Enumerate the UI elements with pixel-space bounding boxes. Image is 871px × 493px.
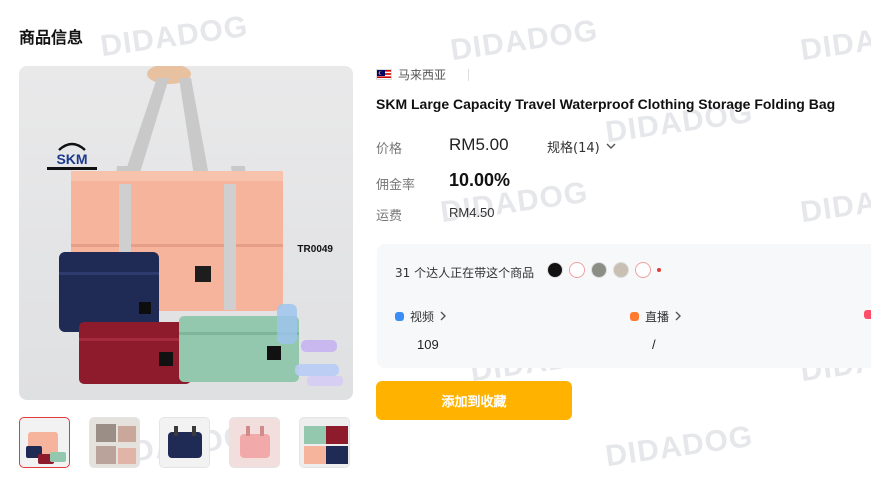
country-name: 马来西亚 [398, 68, 447, 82]
avatar[interactable] [569, 262, 585, 278]
creator-count: 31 个达人正在带这个商品 [395, 266, 535, 280]
watermark: DIDADOG [798, 175, 871, 230]
chevron-down-icon [606, 139, 616, 154]
price-label: 价格 [376, 142, 403, 157]
product-title: SKM Large Capacity Travel Waterproof Clo… [376, 96, 836, 112]
thumbnail-5[interactable] [299, 417, 350, 468]
spec-dropdown[interactable]: 规格(14) [547, 137, 616, 156]
malaysia-flag-icon [376, 69, 392, 80]
thumbnail-3[interactable] [159, 417, 210, 468]
commission-label: 佣金率 [376, 178, 416, 193]
thumbnail-1[interactable] [19, 417, 70, 468]
extra-stat-icon [864, 310, 871, 319]
video-icon [395, 312, 404, 321]
section-title: 商品信息 [19, 28, 84, 47]
country-row: 马来西亚 [376, 66, 470, 83]
price-value: RM5.00 [449, 135, 509, 154]
avatar[interactable] [635, 262, 651, 278]
add-to-favorites-button[interactable]: 添加到收藏 [376, 381, 572, 420]
commission-value: 10.00% [449, 170, 511, 190]
brand-logo-text: SKM [56, 151, 87, 167]
live-stat-link[interactable]: 直播 [630, 308, 682, 325]
divider [468, 68, 470, 81]
watermark: DIDADOG [603, 419, 756, 474]
main-product-image[interactable]: SKM TR0049 [19, 66, 353, 400]
avatar[interactable] [591, 262, 607, 278]
product-card: DIDADOG DIDADOG DIDADOG DIDADOG DIDADOG … [0, 0, 871, 493]
shipping-value: RM4.50 [449, 205, 495, 220]
sku-code: TR0049 [297, 244, 333, 255]
creators-panel: 31 个达人正在带这个商品 视频 109 直播 / [377, 244, 871, 368]
brand-logo: SKM [45, 136, 99, 172]
watermark: DIDADOG [448, 13, 601, 68]
creator-avatars[interactable] [547, 262, 661, 278]
video-label: 视频 [410, 310, 435, 324]
live-label: 直播 [645, 310, 670, 324]
spec-label: 规格(14) [547, 141, 600, 156]
video-stat-link[interactable]: 视频 [395, 308, 447, 325]
more-indicator [657, 268, 661, 272]
thumbnail-2[interactable] [89, 417, 140, 468]
live-icon [630, 312, 639, 321]
thumbnail-strip [19, 417, 350, 468]
chevron-right-icon [675, 310, 682, 324]
video-count: 109 [417, 337, 439, 352]
chevron-right-icon [440, 310, 447, 324]
avatar[interactable] [547, 262, 563, 278]
avatar[interactable] [613, 262, 629, 278]
live-count: / [652, 337, 656, 352]
shipping-label: 运费 [376, 209, 403, 224]
watermark: DIDADOG [798, 13, 871, 68]
watermark: DIDADOG [98, 9, 251, 64]
thumbnail-4[interactable] [229, 417, 280, 468]
